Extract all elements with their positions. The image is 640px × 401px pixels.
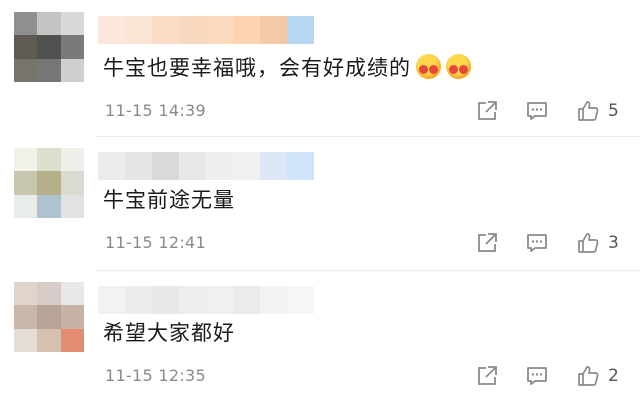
username-pixel [260, 152, 287, 180]
avatar-pixel [14, 194, 38, 218]
avatar-pixel [14, 35, 38, 59]
username-pixel [98, 152, 125, 180]
avatar[interactable] [14, 282, 84, 352]
username-blurred[interactable] [98, 152, 314, 180]
comment-text-content: 牛宝前途无量 [103, 188, 235, 212]
username-pixel [233, 16, 260, 44]
like-button[interactable]: 3 [576, 231, 619, 255]
username-blurred[interactable] [98, 286, 314, 314]
reply-button[interactable] [526, 232, 548, 254]
share-icon [478, 366, 497, 385]
username-pixel [260, 286, 287, 314]
avatar-pixel [14, 305, 38, 329]
like-count: 5 [608, 101, 619, 121]
username-pixel [260, 16, 287, 44]
avatar-pixel [14, 328, 38, 352]
share-icon [478, 233, 497, 252]
avatar-pixel [14, 282, 38, 306]
avatar-pixel [37, 282, 61, 306]
comment-list: 牛宝也要幸福哦，会有好成绩的 11-15 14:39 5 牛宝前途无量 11-1… [0, 0, 640, 401]
hugging-face-icon [446, 54, 471, 79]
avatar-pixel [60, 58, 84, 82]
username-pixel [125, 16, 152, 44]
username-pixel [125, 286, 152, 314]
avatar-pixel [37, 35, 61, 59]
avatar-pixel [37, 328, 61, 352]
comment-icon [527, 234, 547, 252]
thumbs-up-icon [578, 233, 599, 253]
share-button[interactable] [476, 365, 498, 387]
thumbs-up-icon [578, 101, 599, 121]
avatar-pixel [37, 148, 61, 172]
avatar[interactable] [14, 12, 84, 82]
avatar-pixel [60, 171, 84, 195]
like-button[interactable]: 2 [576, 364, 619, 388]
like-count: 2 [608, 366, 619, 386]
comment-text: 牛宝前途无量 [103, 186, 235, 214]
comment-text: 希望大家都好 [103, 319, 235, 347]
avatar[interactable] [14, 148, 84, 218]
comment-text-content: 希望大家都好 [103, 321, 235, 345]
like-button[interactable]: 5 [576, 99, 619, 123]
avatar-pixel [37, 171, 61, 195]
comment-timestamp: 11-15 14:39 [105, 101, 206, 120]
comment-item: 希望大家都好 11-15 12:35 2 [0, 270, 640, 401]
comment-text-content: 牛宝也要幸福哦，会有好成绩的 [103, 56, 411, 80]
share-button[interactable] [476, 232, 498, 254]
avatar-pixel [60, 328, 84, 352]
username-pixel [125, 152, 152, 180]
reply-button[interactable] [526, 365, 548, 387]
comment-icon [527, 367, 547, 385]
avatar-pixel [14, 148, 38, 172]
avatar-pixel [14, 58, 38, 82]
avatar-pixel [60, 12, 84, 36]
avatar-pixel [14, 171, 38, 195]
avatar-pixel [60, 35, 84, 59]
avatar-pixel [37, 194, 61, 218]
username-pixel [287, 16, 314, 44]
share-icon [478, 101, 497, 120]
comment-item: 牛宝也要幸福哦，会有好成绩的 11-15 14:39 5 [0, 0, 640, 136]
username-pixel [233, 152, 260, 180]
avatar-pixel [60, 148, 84, 172]
username-pixel [98, 16, 125, 44]
comment-timestamp: 11-15 12:41 [105, 233, 206, 252]
username-pixel [179, 286, 206, 314]
username-pixel [179, 152, 206, 180]
username-pixel [179, 16, 206, 44]
avatar-pixel [60, 305, 84, 329]
avatar-pixel [37, 12, 61, 36]
username-pixel [206, 16, 233, 44]
comment-text: 牛宝也要幸福哦，会有好成绩的 [103, 54, 471, 82]
username-pixel [287, 286, 314, 314]
avatar-pixel [14, 12, 38, 36]
username-pixel [152, 286, 179, 314]
like-count: 3 [608, 233, 619, 253]
username-pixel [287, 152, 314, 180]
avatar-pixel [60, 194, 84, 218]
thumbs-up-icon [578, 366, 599, 386]
reply-button[interactable] [526, 100, 548, 122]
avatar-pixel [37, 305, 61, 329]
username-pixel [206, 152, 233, 180]
avatar-pixel [60, 282, 84, 306]
comment-item: 牛宝前途无量 11-15 12:41 3 [0, 136, 640, 270]
avatar-pixel [37, 58, 61, 82]
username-pixel [233, 286, 260, 314]
hugging-face-icon [416, 54, 441, 79]
username-blurred[interactable] [98, 16, 314, 44]
username-pixel [152, 16, 179, 44]
username-pixel [206, 286, 233, 314]
username-pixel [152, 152, 179, 180]
comment-timestamp: 11-15 12:35 [105, 366, 206, 385]
username-pixel [98, 286, 125, 314]
share-button[interactable] [476, 100, 498, 122]
comment-icon [527, 102, 547, 120]
